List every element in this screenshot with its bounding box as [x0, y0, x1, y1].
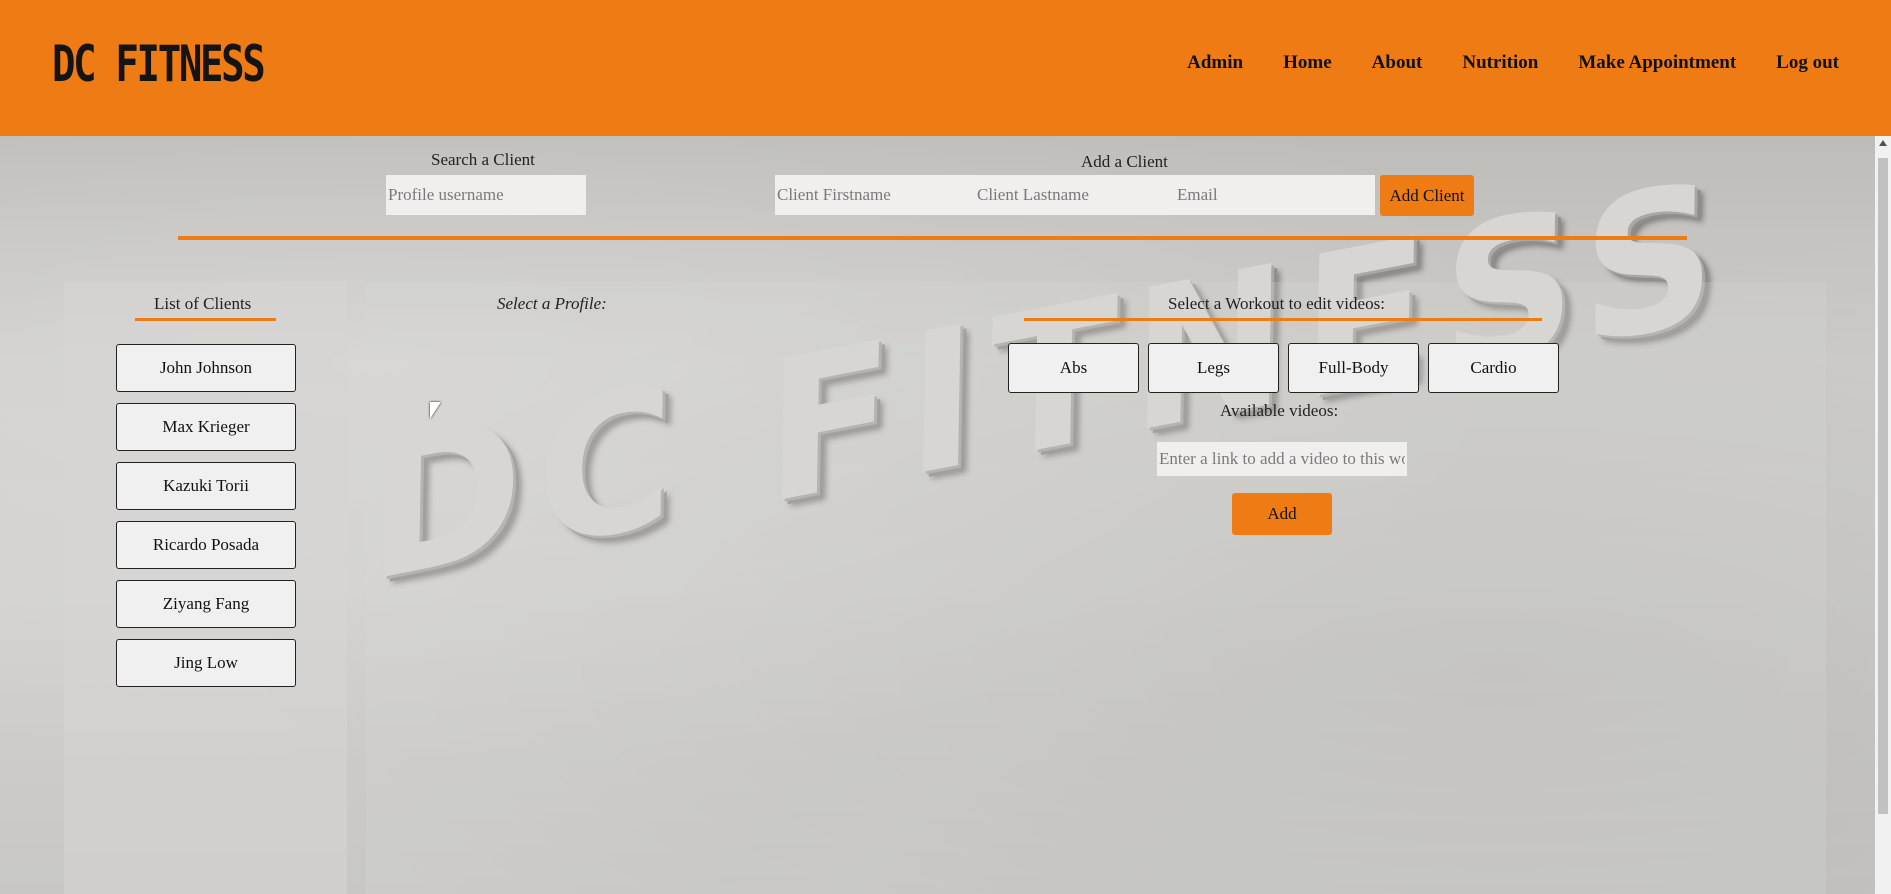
workout-button-full-body[interactable]: Full-Body: [1288, 343, 1419, 393]
clients-heading-underline: [135, 318, 276, 321]
header-bar: DC FITNESS Admin Home About Nutrition Ma…: [0, 0, 1891, 136]
video-link-input[interactable]: [1157, 442, 1407, 476]
add-client-label: Add a Client: [1081, 152, 1168, 171]
nav-logout[interactable]: Log out: [1776, 52, 1839, 74]
available-videos-label: Available videos:: [1220, 401, 1339, 420]
section-divider: [178, 236, 1687, 240]
nav-make-appointment[interactable]: Make Appointment: [1578, 52, 1736, 74]
workout-button-cardio[interactable]: Cardio: [1428, 343, 1559, 393]
workout-heading: Select a Workout to edit videos:: [1168, 294, 1385, 313]
page-scrollbar[interactable]: [1875, 136, 1891, 894]
search-client-label: Search a Client: [431, 150, 535, 169]
add-client-button[interactable]: Add Client: [1380, 175, 1474, 216]
site-logo[interactable]: DC FITNESS: [52, 34, 266, 94]
add-video-button[interactable]: Add: [1232, 493, 1332, 535]
workout-button-abs[interactable]: Abs: [1008, 343, 1139, 393]
workout-heading-underline: [1024, 318, 1542, 321]
client-button-john-johnson[interactable]: John Johnson: [116, 344, 296, 392]
client-button-kazuki-torii[interactable]: Kazuki Torii: [116, 462, 296, 510]
select-profile-heading: Select a Profile:: [497, 294, 607, 313]
nav-admin[interactable]: Admin: [1187, 52, 1243, 74]
client-button-ricardo-posada[interactable]: Ricardo Posada: [116, 521, 296, 569]
clients-heading: List of Clients: [154, 294, 252, 313]
nav-nutrition[interactable]: Nutrition: [1462, 52, 1538, 74]
client-lastname-input[interactable]: [975, 175, 1175, 215]
client-button-ziyang-fang[interactable]: Ziyang Fang: [116, 580, 296, 628]
nav-about[interactable]: About: [1372, 52, 1423, 74]
scroll-up-arrow-icon[interactable]: [1879, 140, 1887, 146]
nav-home[interactable]: Home: [1283, 52, 1332, 74]
client-button-max-krieger[interactable]: Max Krieger: [116, 403, 296, 451]
client-firstname-input[interactable]: [775, 175, 975, 215]
workout-button-legs[interactable]: Legs: [1148, 343, 1279, 393]
client-email-input[interactable]: [1175, 175, 1375, 215]
client-button-jing-low[interactable]: Jing Low: [116, 639, 296, 687]
search-profile-input[interactable]: [386, 175, 586, 215]
scrollbar-thumb[interactable]: [1878, 158, 1888, 814]
main-nav: Admin Home About Nutrition Make Appointm…: [1147, 52, 1839, 74]
mouse-cursor-icon: [430, 402, 441, 419]
